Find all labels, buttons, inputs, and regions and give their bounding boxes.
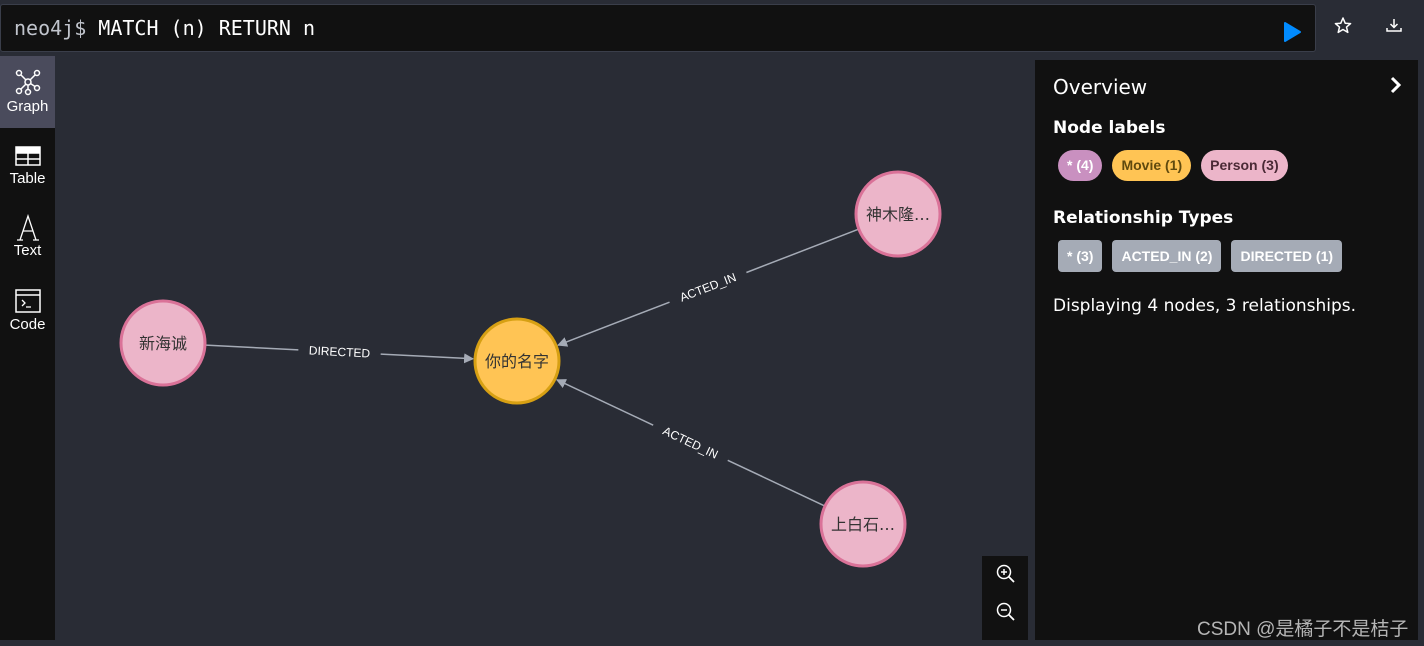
rel-type-chip-all[interactable]: * (3)	[1058, 240, 1103, 272]
graph-svg[interactable]: DIRECTED ACTED_IN ACTED_IN 新海诚你的名字 神木隆… 上白石…	[55, 56, 1032, 646]
graph-icon	[15, 69, 40, 96]
overview-panel: Overview Node labels * (4) Movie (1) Per…	[1035, 60, 1418, 640]
graph-node-movie[interactable]: 你的名字	[473, 317, 561, 405]
relationship-line[interactable]	[205, 344, 299, 351]
watermark: CSDN @是橘子不是桔子	[1197, 619, 1409, 640]
graph-node-person[interactable]: 新海诚	[119, 299, 207, 387]
download-button[interactable]	[1382, 14, 1406, 38]
zoom-in-button[interactable]	[994, 562, 1018, 586]
node-caption: 神木隆…	[866, 205, 930, 224]
favorite-button[interactable]	[1331, 14, 1355, 38]
relationship-line[interactable]	[746, 228, 859, 274]
node-caption: 新海诚	[139, 334, 187, 353]
view-tab-table[interactable]: Table	[0, 128, 55, 200]
node-label-chip-movie[interactable]: Movie (1)	[1112, 150, 1192, 181]
editor-prompt: neo4j$	[14, 16, 87, 40]
chevron-right-icon	[1390, 76, 1402, 94]
node-label-chip-all[interactable]: * (4)	[1058, 150, 1103, 181]
zoom-in-icon	[996, 564, 1015, 583]
graph-canvas[interactable]: DIRECTED ACTED_IN ACTED_IN 新海诚你的名字 神木隆… 上白石…	[55, 56, 1032, 646]
download-icon	[1386, 19, 1402, 32]
node-caption: 上白石…	[831, 515, 895, 534]
view-tab-text[interactable]: Text	[0, 200, 55, 272]
node-labels-title: Node labels	[1053, 118, 1166, 138]
table-icon	[14, 146, 41, 166]
relationship-types-title: Relationship Types	[1053, 208, 1234, 228]
relationship-line[interactable]	[727, 459, 825, 507]
result-view-sidebar: Graph Table Text Code	[0, 56, 55, 640]
relationship-acted-in[interactable]: ACTED_IN	[555, 379, 825, 507]
node-caption: 你的名字	[485, 352, 549, 371]
relationship-label: DIRECTED	[309, 343, 371, 360]
node-labels-list: * (4) Movie (1) Person (3)	[1058, 150, 1288, 181]
view-tab-label: Text	[13, 242, 42, 259]
relationship-label: ACTED_IN	[661, 424, 721, 462]
play-icon	[1284, 22, 1301, 42]
relationship-label: ACTED_IN	[678, 270, 738, 304]
zoom-out-icon	[996, 602, 1015, 621]
text-icon	[16, 214, 39, 241]
star-icon	[1334, 17, 1352, 34]
relationship-acted-in[interactable]: ACTED_IN	[557, 228, 859, 347]
rel-type-chip-directed[interactable]: DIRECTED (1)	[1231, 240, 1343, 272]
node-label-chip-person[interactable]: Person (3)	[1201, 150, 1288, 181]
run-query-button[interactable]	[1281, 21, 1303, 43]
query-input[interactable]: MATCH (n) RETURN n	[98, 16, 315, 40]
view-tab-label: Graph	[6, 98, 49, 115]
relationship-arrow[interactable]	[557, 301, 670, 347]
graph-node-person[interactable]: 神木隆…	[854, 170, 942, 258]
view-tab-code[interactable]: Code	[0, 274, 55, 346]
result-summary: Displaying 4 nodes, 3 relationships.	[1053, 296, 1357, 316]
zoom-out-button[interactable]	[994, 600, 1018, 624]
relationship-arrow[interactable]	[380, 353, 475, 364]
overview-title: Overview	[1053, 75, 1148, 99]
collapse-panel-button[interactable]	[1385, 74, 1407, 96]
view-tab-label: Code	[9, 316, 46, 333]
graph-node-person[interactable]: 上白石…	[819, 480, 907, 568]
zoom-controls	[982, 556, 1028, 640]
view-tab-graph[interactable]: Graph	[0, 56, 55, 128]
query-editor[interactable]: neo4j$ MATCH (n) RETURN n	[0, 4, 1316, 52]
relationship-types-list: * (3) ACTED_IN (2) DIRECTED (1)	[1058, 240, 1343, 272]
relationship-arrow[interactable]	[555, 379, 654, 426]
code-icon	[14, 289, 41, 313]
view-tab-label: Table	[9, 170, 46, 187]
rel-type-chip-acted-in[interactable]: ACTED_IN (2)	[1112, 240, 1222, 272]
relationship-directed[interactable]: DIRECTED	[205, 343, 475, 364]
query-text[interactable]: neo4j$ MATCH (n) RETURN n	[14, 16, 315, 40]
